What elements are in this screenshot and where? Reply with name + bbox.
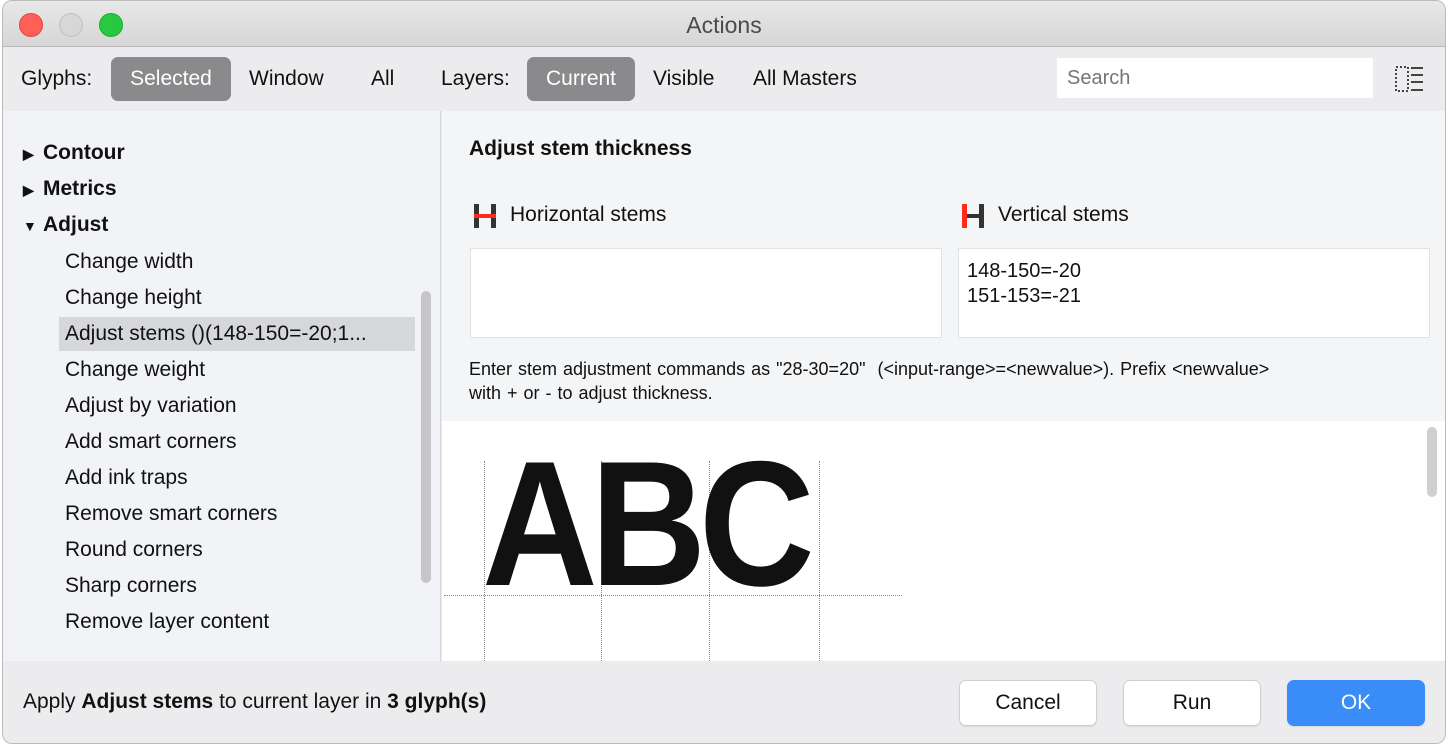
status-action: Adjust stems (81, 690, 214, 713)
list-item[interactable]: Change weight (59, 353, 415, 387)
status-prefix: Apply (23, 690, 82, 713)
vertical-stems-field[interactable]: 148-150=-20 151-153=-21 (958, 248, 1430, 338)
layers-current-button[interactable]: Current (527, 57, 635, 101)
window-title: Actions (686, 12, 762, 38)
group-label: Metrics (43, 177, 117, 200)
status-middle: to current layer in (213, 690, 388, 713)
panel-heading: Adjust stem thickness (469, 137, 692, 160)
help-line: with + or - to adjust thickness. (469, 383, 713, 403)
group-contour[interactable]: ▶ Contour (23, 141, 125, 165)
footer: Apply Adjust stems to current layer in 3… (3, 661, 1445, 743)
glyphs-label: Glyphs: (21, 67, 93, 90)
list-item[interactable]: Add ink traps (59, 461, 415, 495)
disclosure-right-icon[interactable]: ▶ (23, 146, 43, 163)
help-line: Enter stem adjustment commands as "28-30… (469, 359, 1270, 379)
search-input[interactable] (1057, 58, 1373, 98)
glyph-boundary (819, 461, 820, 661)
help-text: Enter stem adjustment commands as "28-30… (469, 357, 1439, 405)
ok-button[interactable]: OK (1287, 680, 1425, 726)
list-item[interactable]: Change width (59, 245, 415, 279)
horizontal-stems-label: Horizontal stems (510, 203, 667, 226)
group-metrics[interactable]: ▶ Metrics (23, 177, 117, 201)
options-panel: Adjust stem thickness Horizontal stems V… (442, 111, 1445, 421)
vertical-stems-line: 148-150=-20 (967, 260, 1081, 282)
layers-visible-button[interactable]: Visible (639, 57, 728, 101)
list-item[interactable]: Sharp corners (59, 569, 415, 603)
cancel-button[interactable]: Cancel (959, 680, 1097, 726)
vertical-stems-label: Vertical stems (998, 203, 1129, 226)
layers-label: Layers: (441, 67, 510, 90)
list-item[interactable]: Change height (59, 281, 415, 315)
list-item[interactable]: Remove smart corners (59, 497, 415, 531)
list-item-selected[interactable]: Adjust stems ()(148-150=-20;1... (59, 317, 415, 351)
disclosure-right-icon[interactable]: ▶ (23, 182, 43, 199)
preview-scrollbar[interactable] (1427, 427, 1437, 497)
vertical-stem-icon (962, 204, 984, 228)
group-adjust[interactable]: ▼ Adjust (23, 213, 108, 237)
vertical-stems-line: 151-153=-21 (967, 285, 1081, 307)
list-item[interactable]: Remove layer content (59, 605, 415, 639)
toolbar: Glyphs: Selected Window All Layers: Curr… (3, 48, 1445, 110)
horizontal-stems-field[interactable] (470, 248, 942, 338)
glyphs-all-button[interactable]: All (357, 57, 408, 101)
group-label: Contour (43, 141, 125, 164)
status-count: 3 glyph(s) (387, 690, 487, 713)
preview-glyphs: ABC (482, 424, 815, 623)
run-button[interactable]: Run (1123, 680, 1261, 726)
list-view-icon[interactable] (1395, 66, 1423, 94)
list-item[interactable]: Round corners (59, 533, 415, 567)
actions-window: Actions Glyphs: Selected Window All Laye… (2, 0, 1446, 744)
sidebar-scrollbar[interactable] (421, 291, 431, 583)
title-bar: Actions (3, 1, 1445, 47)
list-item[interactable]: Adjust by variation (59, 389, 415, 423)
layers-all-masters-button[interactable]: All Masters (739, 57, 871, 101)
glyph-preview: ABC (442, 421, 1445, 661)
disclosure-down-icon[interactable]: ▼ (23, 218, 43, 234)
status-text: Apply Adjust stems to current layer in 3… (23, 690, 486, 714)
horizontal-stem-icon (474, 204, 496, 228)
glyphs-selected-button[interactable]: Selected (111, 57, 231, 101)
glyphs-window-button[interactable]: Window (235, 57, 338, 101)
list-item[interactable]: Add smart corners (59, 425, 415, 459)
action-list: ▶ Contour ▶ Metrics ▼ Adjust Change width C… (3, 111, 441, 661)
group-label: Adjust (43, 213, 109, 236)
